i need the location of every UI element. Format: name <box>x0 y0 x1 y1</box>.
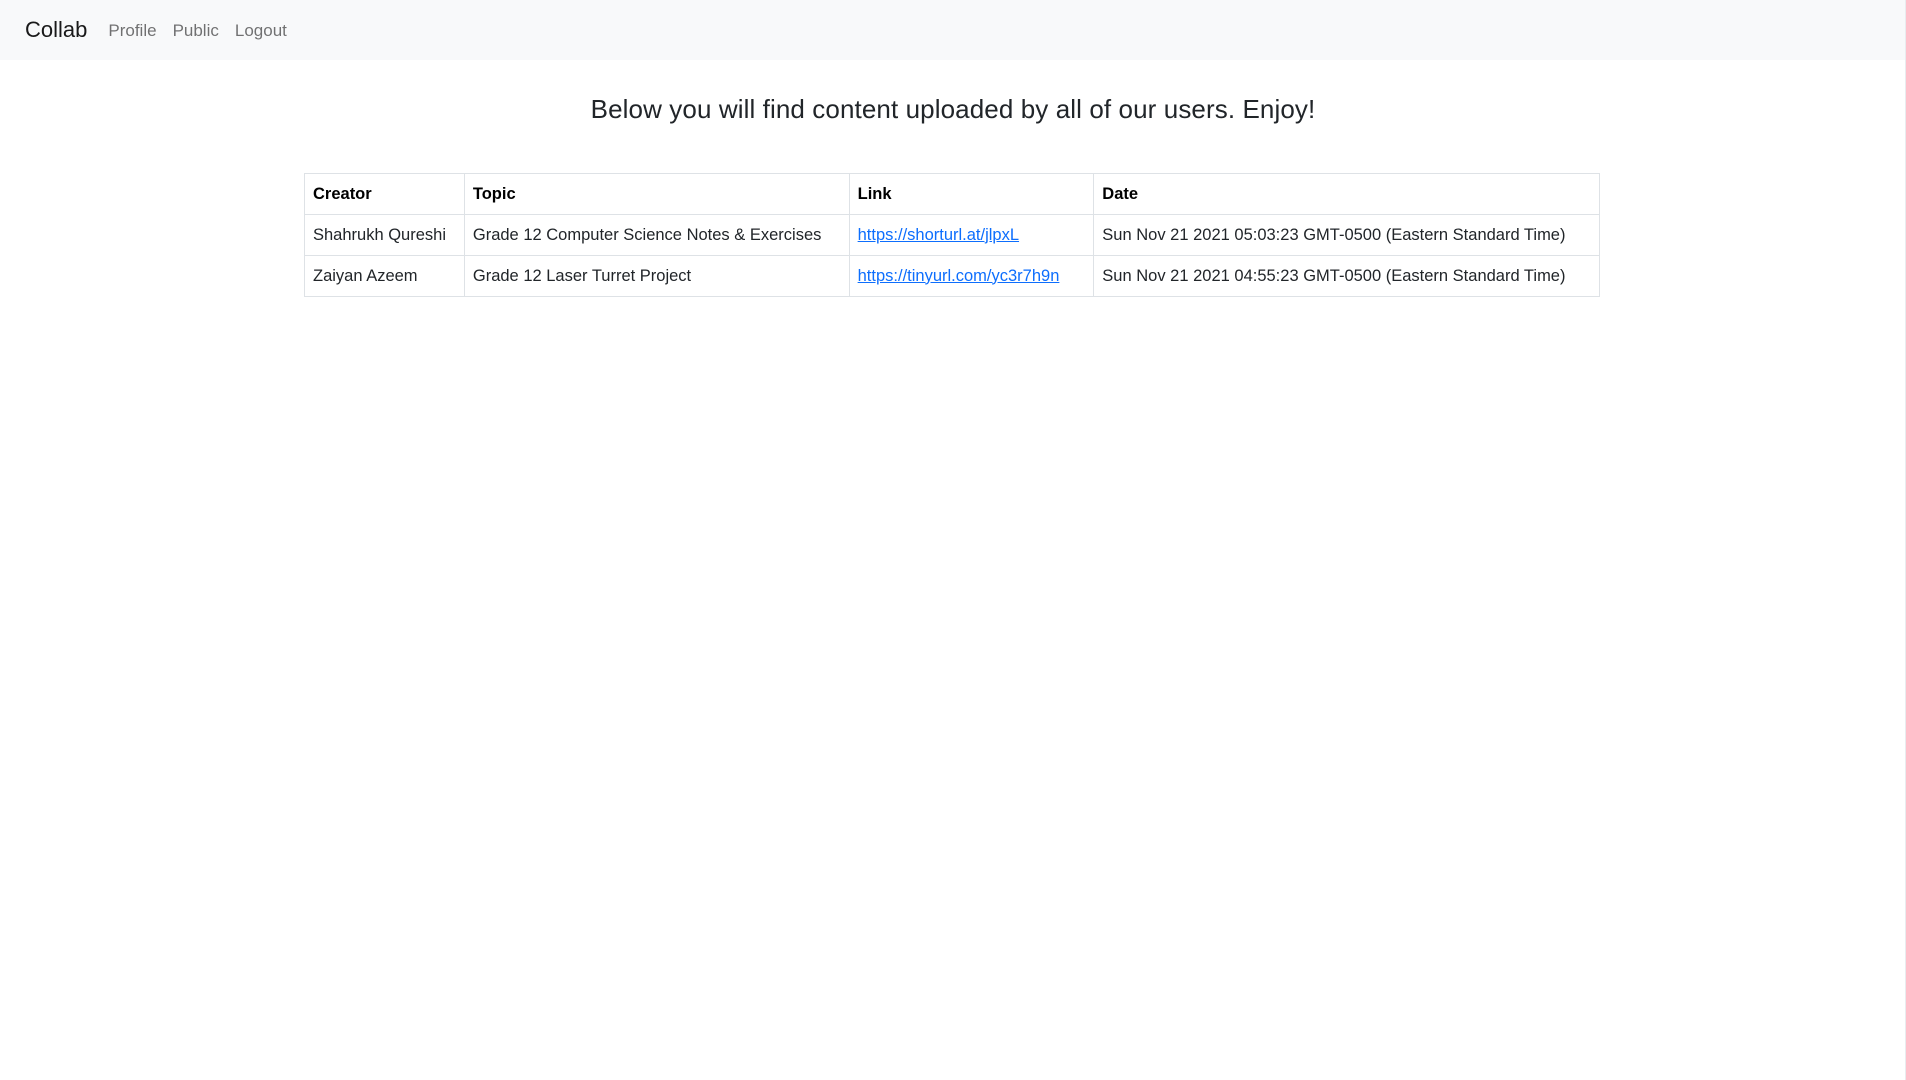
cell-date: Sun Nov 21 2021 04:55:23 GMT-0500 (Easte… <box>1093 255 1600 297</box>
cell-creator: Zaiyan Azeem <box>304 255 465 297</box>
content-table-container: Creator Topic Link Date Shahrukh Qureshi… <box>304 173 1600 297</box>
table-body: Shahrukh Qureshi Grade 12 Computer Scien… <box>304 214 1600 297</box>
content-link[interactable]: https://tinyurl.com/yc3r7h9n <box>858 267 1060 285</box>
cell-date: Sun Nov 21 2021 05:03:23 GMT-0500 (Easte… <box>1093 214 1600 256</box>
column-header-date: Date <box>1093 173 1600 215</box>
table-header: Creator Topic Link Date <box>304 173 1600 215</box>
page: Collab Profile Public Logout Below you w… <box>0 0 1906 1080</box>
column-header-link: Link <box>848 173 1095 215</box>
cell-link: https://tinyurl.com/yc3r7h9n <box>848 255 1095 297</box>
content-table: Creator Topic Link Date Shahrukh Qureshi… <box>304 173 1600 297</box>
nav-link-logout[interactable]: Logout <box>227 21 295 41</box>
nav-link-profile[interactable]: Profile <box>100 21 164 41</box>
cell-topic: Grade 12 Laser Turret Project <box>463 255 850 297</box>
column-header-creator: Creator <box>304 173 465 215</box>
nav-link-public[interactable]: Public <box>165 21 227 41</box>
column-header-topic: Topic <box>463 173 850 215</box>
table-header-row: Creator Topic Link Date <box>304 173 1600 215</box>
nav-links: Profile Public Logout <box>100 21 295 41</box>
brand-link[interactable]: Collab <box>25 17 87 43</box>
cell-link: https://shorturl.at/jlpxL <box>848 214 1095 256</box>
table-row: Zaiyan Azeem Grade 12 Laser Turret Proje… <box>304 255 1600 297</box>
cell-topic: Grade 12 Computer Science Notes & Exerci… <box>463 214 850 256</box>
page-heading: Below you will find content uploaded by … <box>590 94 1316 124</box>
content-link[interactable]: https://shorturl.at/jlpxL <box>858 226 1019 244</box>
table-row: Shahrukh Qureshi Grade 12 Computer Scien… <box>304 214 1600 256</box>
navbar: Collab Profile Public Logout <box>0 0 1906 60</box>
cell-creator: Shahrukh Qureshi <box>304 214 465 256</box>
